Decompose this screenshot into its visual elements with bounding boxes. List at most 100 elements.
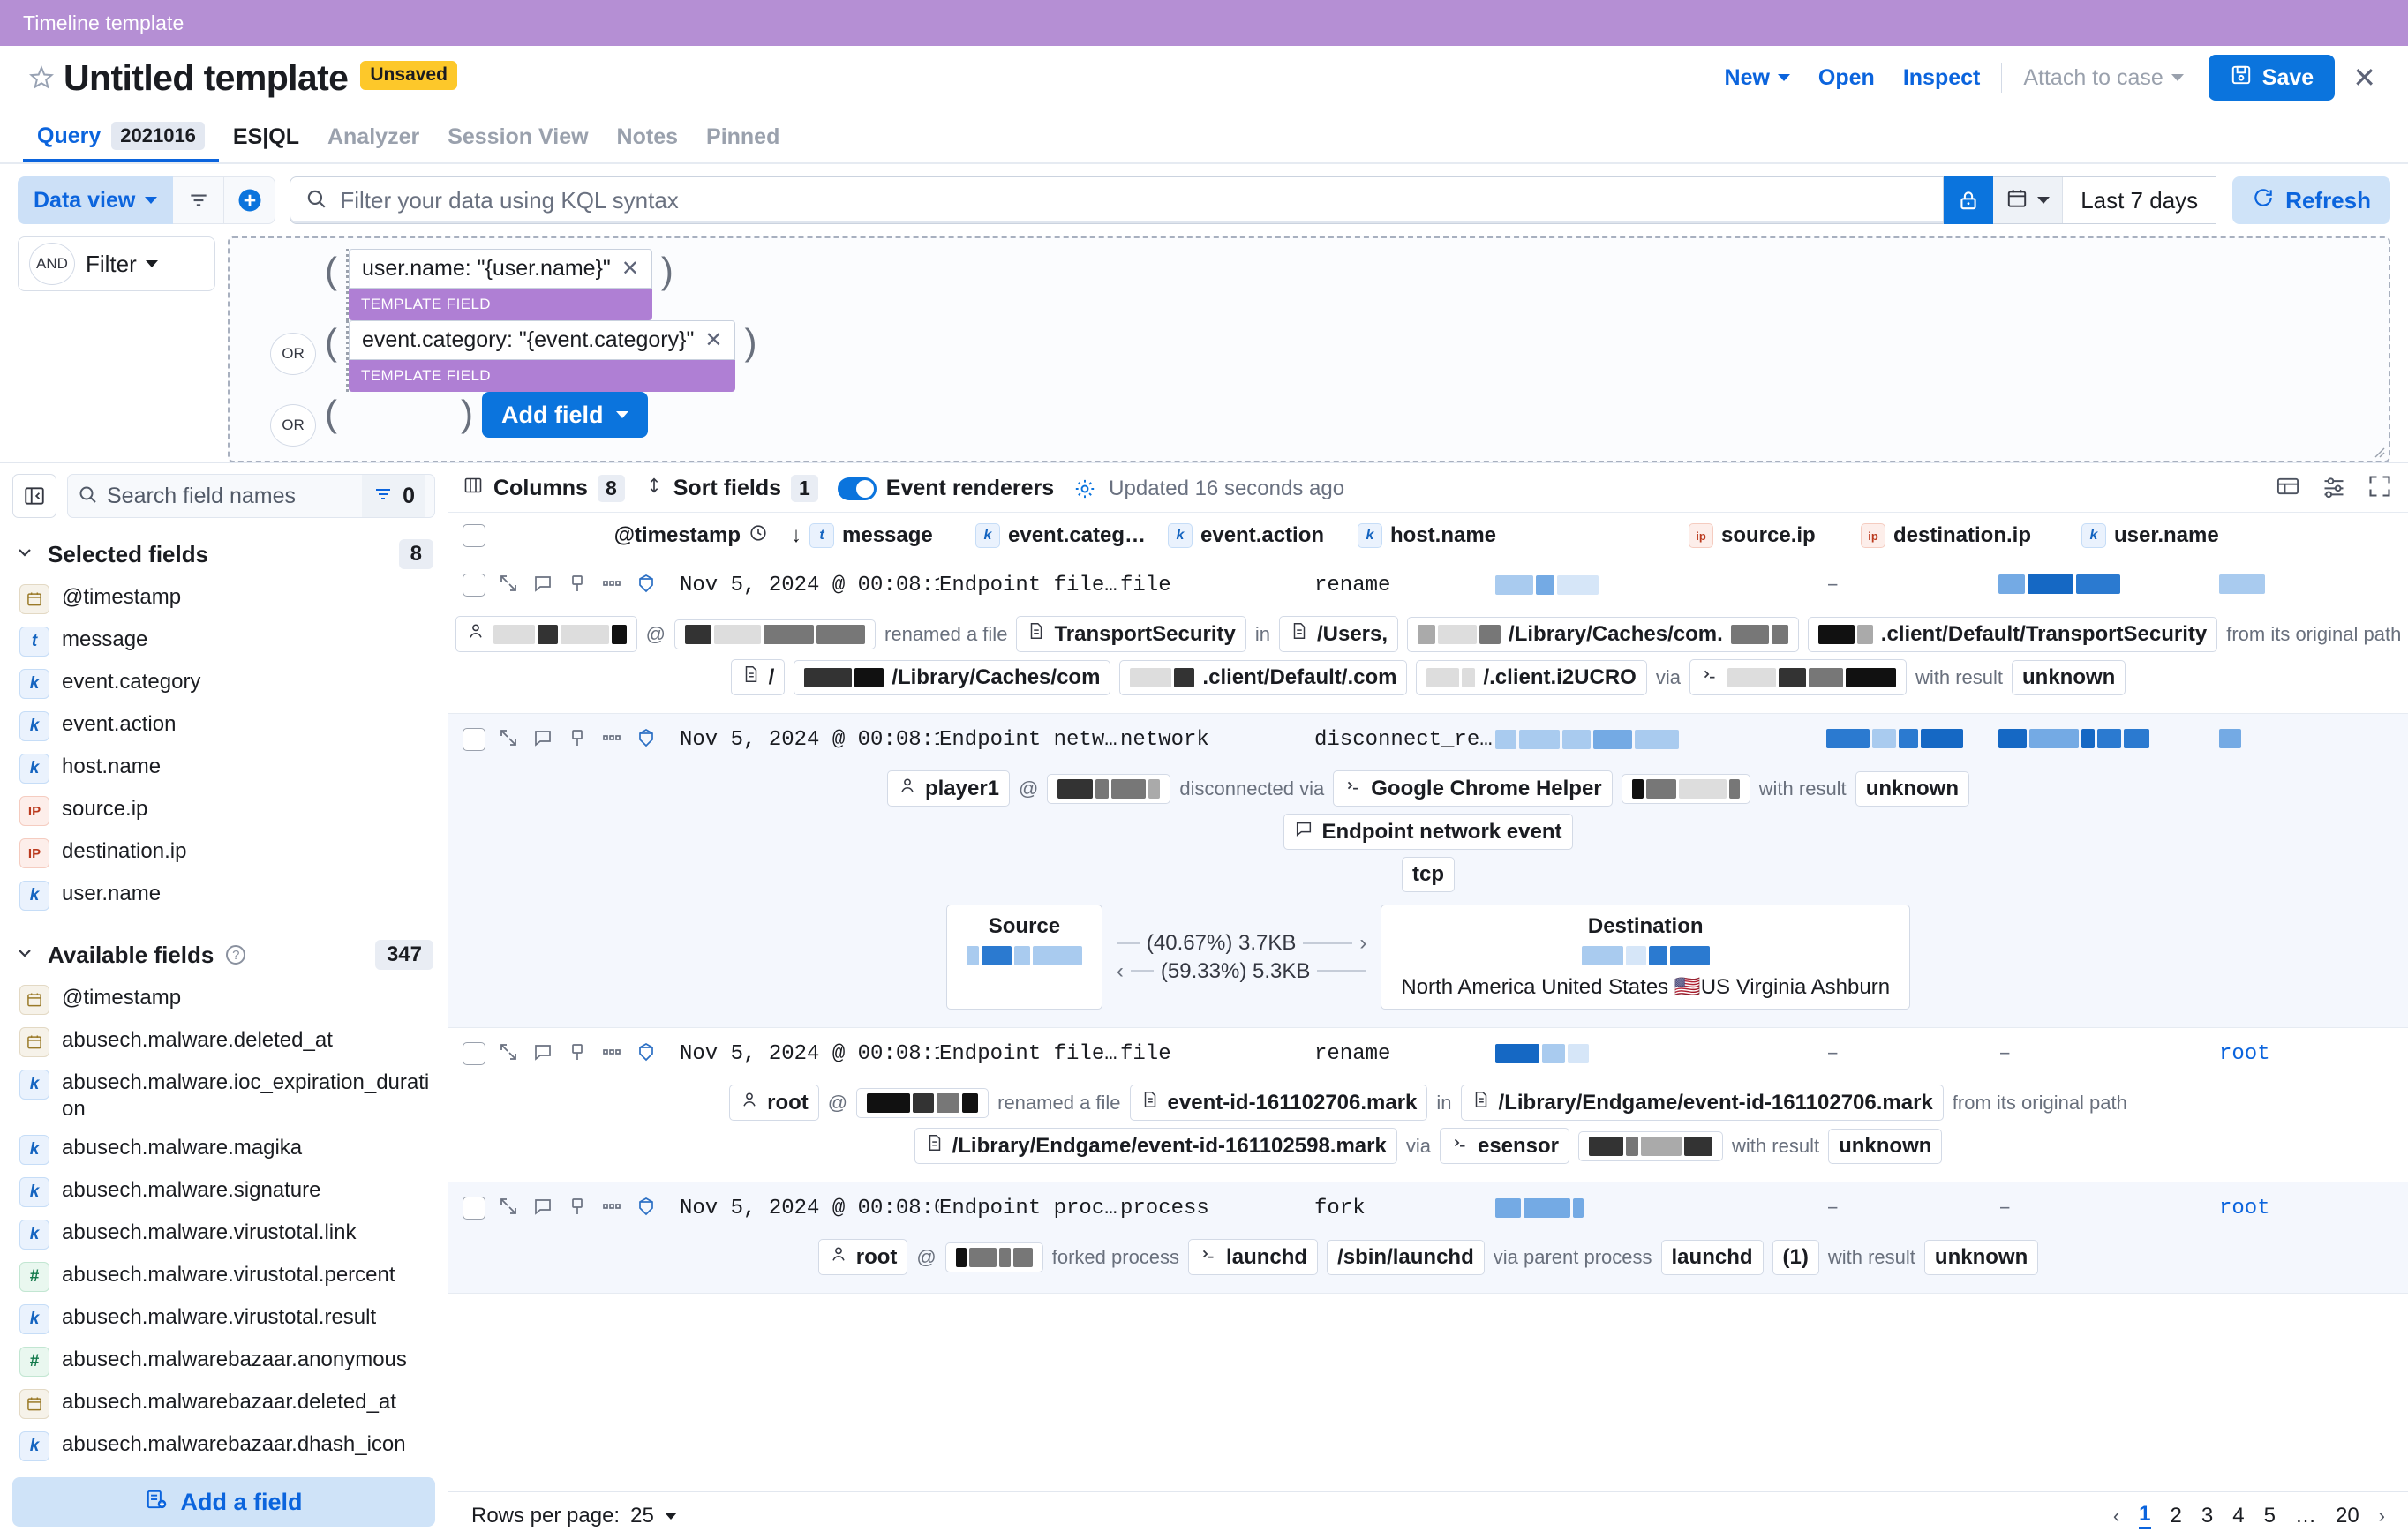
data-view-selector[interactable]: Data view: [18, 176, 174, 224]
template-filter-builder[interactable]: ( user.name: "{user.name}" ✕ TEMPLATE FI…: [228, 236, 2390, 462]
field-list-item[interactable]: k abusech.malware.virustotal.result: [0, 1298, 448, 1340]
full-screen-table-icon[interactable]: [2276, 474, 2300, 503]
add-field-button[interactable]: Add field: [482, 392, 648, 438]
template-field-1[interactable]: event.category: "{event.category}" ✕ TEM…: [346, 320, 736, 392]
header-host-name[interactable]: k host.name: [1358, 523, 1689, 548]
table-row[interactable]: Nov 5, 2024 @ 00:08:1… Endpoint netw… netw…: [448, 714, 2408, 1028]
field-list-item[interactable]: # abusech.malwarebazaar.anonymous: [0, 1340, 448, 1383]
redacted-chip[interactable]: [944, 1242, 1043, 1272]
available-fields-header[interactable]: Available fields ? 347: [0, 929, 448, 979]
toggle-switch[interactable]: [837, 477, 877, 500]
file-chip[interactable]: TransportSecurity: [1016, 616, 1246, 652]
new-button[interactable]: New: [1711, 65, 1804, 91]
calendar-dropdown[interactable]: [1993, 177, 2064, 223]
user-chip[interactable]: [455, 616, 637, 652]
fields-scroll-area[interactable]: Selected fields 8 @timestamp t message k eve…: [0, 529, 448, 1468]
note-icon[interactable]: [532, 573, 553, 598]
value-chip[interactable]: /sbin/launchd: [1327, 1239, 1485, 1275]
message-chip[interactable]: Endpoint network event: [1283, 814, 1573, 850]
user-chip[interactable]: player1: [886, 770, 1011, 807]
header-event-category[interactable]: k event.categ…: [975, 523, 1168, 548]
help-icon[interactable]: ?: [226, 945, 246, 965]
value-chip[interactable]: tcp: [1402, 857, 1455, 892]
note-icon[interactable]: [532, 1196, 553, 1221]
date-range-value[interactable]: Last 7 days: [2063, 187, 2216, 214]
field-list-item[interactable]: IP destination.ip: [0, 832, 448, 875]
path-chip[interactable]: .client/Default/TransportSecurity: [1807, 616, 2218, 652]
filter-group-control[interactable]: AND Filter: [18, 236, 215, 291]
template-field-0[interactable]: user.name: "{user.name}" ✕ TEMPLATE FIEL…: [346, 249, 652, 320]
template-field-1-value[interactable]: event.category: "{event.category}" ✕: [349, 320, 736, 360]
process-chip[interactable]: [1689, 659, 1907, 695]
columns-button[interactable]: Columns 8: [463, 475, 625, 502]
field-list-item[interactable]: k user.name: [0, 875, 448, 917]
selected-fields-header[interactable]: Selected fields 8: [0, 529, 448, 578]
redacted-chip[interactable]: [1621, 773, 1750, 804]
page-button-5[interactable]: 5: [2264, 1504, 2276, 1528]
process-chip[interactable]: esensor: [1439, 1128, 1570, 1164]
redacted-chip[interactable]: [1578, 1130, 1724, 1161]
open-button[interactable]: Open: [1804, 65, 1889, 91]
more-icon[interactable]: [601, 1041, 622, 1067]
field-list-item[interactable]: abusech.malware.deleted_at: [0, 1021, 448, 1063]
saved-queries-button[interactable]: [173, 176, 225, 224]
expand-icon[interactable]: [498, 1196, 519, 1221]
more-icon[interactable]: [601, 727, 622, 753]
tab-notes[interactable]: Notes: [603, 124, 692, 162]
grid-rows-container[interactable]: Nov 5, 2024 @ 00:08:1… Endpoint file… file…: [448, 559, 2408, 1491]
header-user-name[interactable]: k user.name: [2081, 523, 2219, 548]
more-icon[interactable]: [601, 573, 622, 598]
file-chip[interactable]: /Library/Endgame/event-id-161102598.mark: [914, 1128, 1397, 1164]
field-list-item[interactable]: k host.name: [0, 747, 448, 790]
file-chip[interactable]: event-id-161102706.mark: [1129, 1085, 1428, 1121]
header-source-ip[interactable]: ip source.ip: [1689, 523, 1861, 548]
tab-analyzer[interactable]: Analyzer: [313, 124, 433, 162]
expand-icon[interactable]: [2367, 474, 2392, 503]
user-chip[interactable]: root: [817, 1239, 908, 1275]
expand-icon[interactable]: [498, 727, 519, 753]
kql-search-input[interactable]: Filter your data using KQL syntax: [290, 176, 1945, 224]
display-options-icon[interactable]: [2321, 474, 2346, 503]
add-filter-button[interactable]: [224, 176, 276, 224]
file-chip[interactable]: /: [730, 659, 786, 695]
inspect-button[interactable]: Inspect: [1889, 65, 1995, 91]
tab-pinned[interactable]: Pinned: [692, 124, 794, 162]
pin-icon[interactable]: [567, 1041, 588, 1067]
field-list-item[interactable]: k abusech.malware.virustotal.link: [0, 1213, 448, 1256]
header-message[interactable]: ↓ t message: [786, 523, 975, 548]
analyzer-icon[interactable]: [636, 573, 657, 598]
row-checkbox[interactable]: [463, 1197, 485, 1220]
expand-icon[interactable]: [498, 1041, 519, 1067]
value-chip[interactable]: unknown: [2012, 659, 2126, 695]
row-checkbox[interactable]: [463, 728, 485, 751]
save-button[interactable]: Save: [2208, 55, 2336, 101]
source-box[interactable]: Source: [945, 905, 1102, 1010]
page-button-4[interactable]: 4: [2232, 1504, 2244, 1528]
or-operator-pill[interactable]: OR: [270, 404, 316, 447]
value-chip[interactable]: unknown: [1923, 1239, 2039, 1275]
select-all-checkbox[interactable]: [463, 524, 485, 547]
value-chip[interactable]: launchd: [1660, 1239, 1764, 1275]
field-type-filter[interactable]: 0: [362, 475, 425, 517]
filter-dropdown[interactable]: Filter: [86, 251, 158, 278]
table-row[interactable]: Nov 5, 2024 @ 00:08:1… Endpoint file… file…: [448, 1028, 2408, 1182]
page-button-20[interactable]: 20: [2336, 1504, 2359, 1528]
tab-esql[interactable]: ES|QL: [219, 124, 313, 162]
redacted-chip[interactable]: [1047, 773, 1171, 804]
tab-query[interactable]: Query 2021016: [23, 122, 219, 162]
add-a-field-button[interactable]: Add a field: [12, 1477, 435, 1527]
favorite-star-icon[interactable]: [28, 64, 55, 91]
row-checkbox[interactable]: [463, 574, 485, 597]
analyzer-icon[interactable]: [636, 727, 657, 753]
prev-page-button[interactable]: ‹: [2113, 1505, 2119, 1528]
remove-icon[interactable]: ✕: [704, 327, 722, 353]
value-chip[interactable]: (1): [1772, 1239, 1819, 1275]
file-chip[interactable]: /Users,: [1278, 616, 1399, 652]
value-chip[interactable]: unknown: [1828, 1128, 1943, 1164]
row-checkbox[interactable]: [463, 1042, 485, 1065]
expand-icon[interactable]: [498, 573, 519, 598]
close-icon[interactable]: ✕: [2335, 61, 2387, 94]
field-list-item[interactable]: @timestamp: [0, 979, 448, 1021]
header-destination-ip[interactable]: ip destination.ip: [1861, 523, 2081, 548]
analyzer-icon[interactable]: [636, 1041, 657, 1067]
